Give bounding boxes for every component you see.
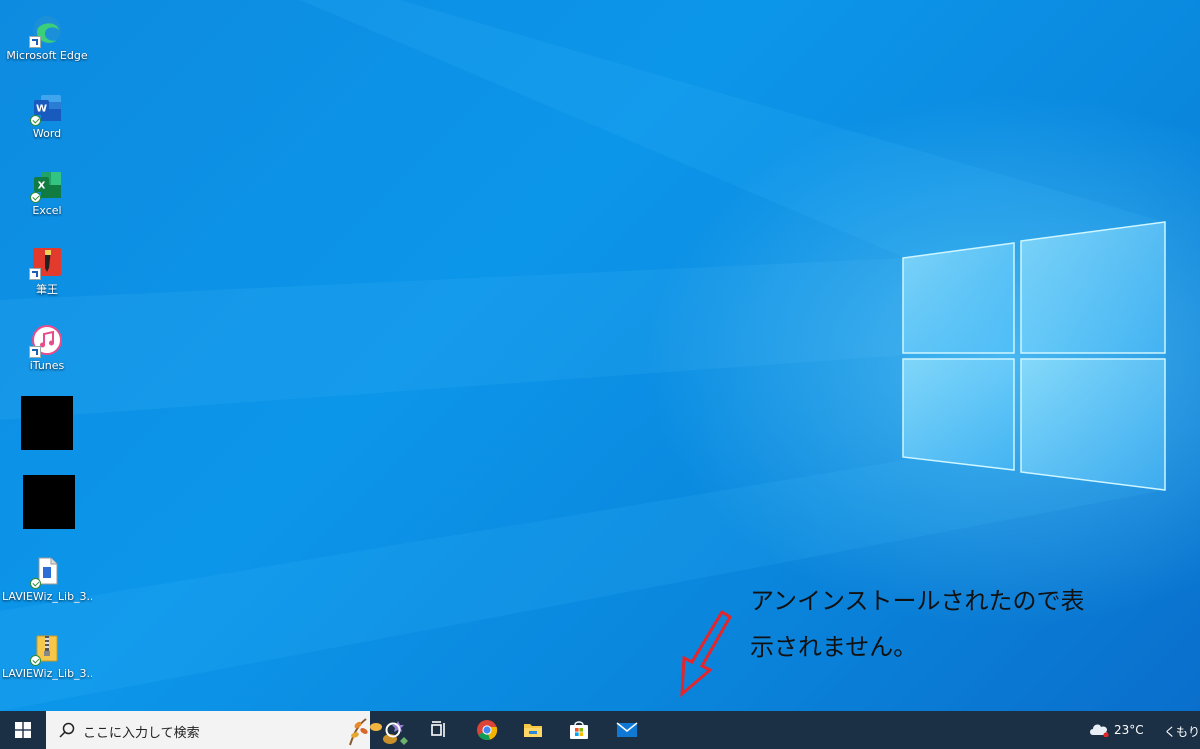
- svg-text:X: X: [38, 181, 46, 192]
- annotation-line-2: 示されません。: [750, 633, 918, 661]
- svg-text:W: W: [36, 104, 47, 115]
- cortana-icon: [385, 722, 401, 738]
- search-icon: [59, 722, 75, 738]
- edge-icon: [29, 14, 63, 48]
- start-button[interactable]: [0, 711, 46, 749]
- redacted-icon: [23, 475, 75, 529]
- desktop-icon-laviewiz-zip[interactable]: LAVIEWiz_Lib_3...: [2, 632, 92, 680]
- weather-condition: くもり: [1164, 725, 1200, 739]
- desktop-icon-itunes[interactable]: iTunes: [2, 324, 92, 372]
- taskbar: ここに入力して検索 23°C くもり: [0, 711, 1200, 749]
- chrome-icon: [477, 720, 498, 741]
- search-placeholder: ここに入力して検索: [83, 726, 200, 741]
- desktop: Microsoft Edge W Word X Excel 筆王 iTunes: [0, 0, 1200, 711]
- desktop-icon-laviewiz-doc[interactable]: LAVIEWiz_Lib_3...: [2, 555, 92, 603]
- itunes-icon: [29, 324, 63, 358]
- cloud-icon: [1090, 724, 1109, 737]
- desktop-icon-label: LAVIEWiz_Lib_3...: [2, 667, 92, 680]
- annotation-text: アンインストールされたので表 示されません。: [750, 578, 1110, 670]
- mail-button[interactable]: [604, 711, 650, 749]
- search-box[interactable]: ここに入力して検索: [46, 711, 408, 749]
- weather-temperature: 23°C: [1114, 723, 1144, 737]
- file-explorer-button[interactable]: [510, 711, 556, 749]
- windows-logo-icon: [15, 722, 31, 738]
- desktop-icon-label: 筆王: [36, 283, 58, 296]
- task-view-icon: [431, 721, 445, 737]
- desktop-icon-label: iTunes: [29, 359, 65, 372]
- desktop-icon-word[interactable]: W Word: [2, 92, 92, 140]
- desktop-icon-fudeoh[interactable]: 筆王: [2, 246, 92, 297]
- desktop-icon-label: Excel: [32, 204, 62, 217]
- fudeoh-icon: [29, 246, 63, 280]
- desktop-icon-excel[interactable]: X Excel: [2, 169, 92, 217]
- red-arrow-icon: [680, 609, 733, 698]
- zip-folder-icon: [30, 632, 63, 666]
- file-explorer-icon: [524, 724, 542, 737]
- desktop-icon-label: LAVIEWiz_Lib_3...: [2, 590, 92, 603]
- task-view-button[interactable]: [416, 711, 462, 749]
- mail-icon: [616, 722, 638, 737]
- microsoft-store-icon: [570, 721, 588, 739]
- desktop-icon-label: Word: [32, 127, 62, 140]
- cortana-button[interactable]: [370, 711, 416, 749]
- weather-widget[interactable]: 23°C くもり: [1080, 711, 1200, 749]
- excel-icon: X: [30, 169, 63, 203]
- microsoft-store-button[interactable]: [556, 711, 602, 749]
- redacted-icon: [21, 396, 73, 450]
- document-icon: [30, 555, 63, 589]
- desktop-icon-label: Microsoft Edge: [6, 49, 88, 62]
- desktop-icon-edge[interactable]: Microsoft Edge: [2, 14, 92, 62]
- chrome-button[interactable]: [464, 711, 510, 749]
- annotation-line-1: アンインストールされたので表: [750, 587, 1085, 615]
- word-icon: W: [30, 92, 63, 126]
